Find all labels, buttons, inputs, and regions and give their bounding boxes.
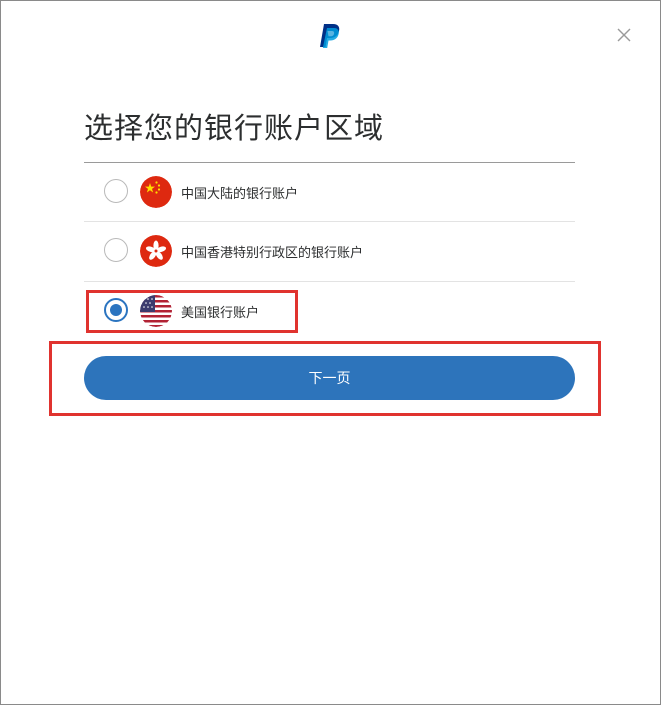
us-flag-icon	[140, 295, 172, 327]
close-icon[interactable]	[612, 23, 636, 47]
china-flag-icon	[140, 176, 172, 208]
hong-kong-flag-icon	[140, 235, 172, 267]
radio-hong-kong[interactable]	[104, 238, 128, 262]
option-hong-kong[interactable]: 中国香港特别行政区的银行账户	[84, 222, 575, 280]
page-title: 选择您的银行账户区域	[84, 111, 385, 145]
paypal-logo-icon	[320, 24, 340, 48]
option-label: 中国香港特别行政区的银行账户	[181, 246, 364, 261]
option-united-states[interactable]: 美国银行账户	[84, 282, 575, 340]
dialog-window: 选择您的银行账户区域 中国大陆的银行账户 中国香港特别行政区的银行账户 美国银行…	[0, 0, 661, 705]
option-label: 美国银行账户	[181, 306, 260, 321]
option-china-mainland[interactable]: 中国大陆的银行账户	[84, 163, 575, 221]
option-label: 中国大陆的银行账户	[181, 187, 299, 202]
next-button[interactable]: 下一页	[84, 356, 575, 400]
radio-united-states[interactable]	[104, 298, 128, 322]
radio-selected-dot	[110, 304, 122, 316]
radio-china-mainland[interactable]	[104, 179, 128, 203]
